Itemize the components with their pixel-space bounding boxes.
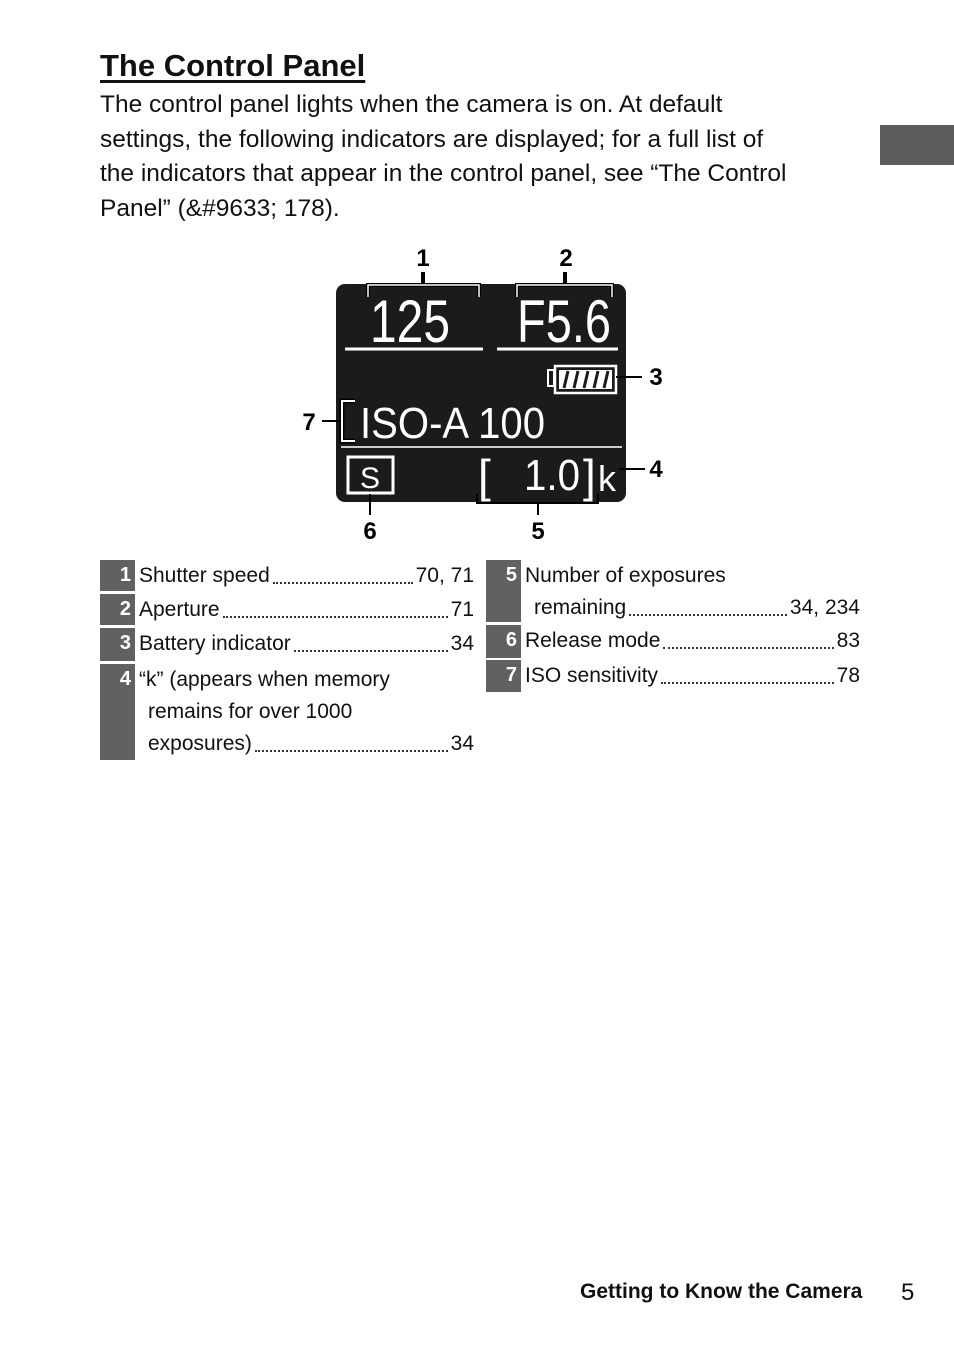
legend-page-ref[interactable]: 83 [837, 625, 860, 657]
section-tab [880, 125, 954, 165]
dot-leader [222, 594, 448, 626]
legend-page-ref[interactable]: 71 [451, 594, 474, 626]
iso-value: ISO-A 100 [360, 399, 545, 448]
footer-section-title: Getting to Know the Camera [580, 1280, 863, 1303]
callout-6: 6 [363, 518, 376, 545]
exposures-bracket-open: [ [478, 450, 491, 502]
control-panel-diagram: 125 F5.6 1 2 3 7 ISO-A 100 S 6 [ 1.0 ] k… [302, 245, 663, 545]
legend-item-1: 1 Shutter speed 70, 71 [100, 560, 474, 591]
dot-leader [293, 628, 448, 660]
k-indicator: k [598, 458, 617, 499]
callout-3: 3 [649, 364, 662, 391]
dot-leader [629, 592, 787, 624]
dot-leader [272, 560, 413, 592]
legend-page-ref[interactable]: 34, 234 [790, 592, 860, 624]
legend-page-ref[interactable]: 78 [837, 660, 860, 692]
legend-number: 6 [486, 625, 521, 658]
dot-leader [663, 625, 834, 657]
page-number: 5 [901, 1279, 915, 1306]
legend-label: Shutter speed [139, 564, 270, 587]
exposures-remaining-value: 1.0 [524, 451, 580, 500]
callout-5: 5 [531, 518, 544, 545]
legend-label: “k” (appears when memory [139, 668, 390, 691]
page-title: The Control Panel [100, 48, 366, 83]
legend-item-7: 7 ISO sensitivity 78 [486, 660, 860, 692]
exposures-bracket-close: ] [583, 450, 596, 502]
callout-4: 4 [649, 456, 663, 483]
legend-number: 1 [100, 560, 135, 591]
legend-number: 7 [486, 660, 521, 692]
body-text-line: settings, the following indicators are d… [100, 126, 764, 153]
legend-page-ref[interactable]: 70, 71 [416, 560, 474, 592]
callout-1: 1 [416, 245, 429, 272]
legend-item-4: 4 “k” (appears when memory remains for o… [100, 664, 474, 760]
callout-7: 7 [302, 409, 315, 436]
legend-item-3: 3 Battery indicator 34 [100, 628, 474, 661]
callout-2: 2 [559, 245, 572, 272]
legend-number: 2 [100, 594, 135, 625]
legend-label: remaining [534, 596, 627, 619]
legend-item-6: 6 Release mode 83 [486, 625, 860, 658]
legend-label: Battery indicator [139, 632, 291, 655]
legend-label: Aperture [139, 598, 220, 621]
legend-label: Release mode [525, 629, 661, 652]
release-mode-value: S [360, 462, 380, 495]
legend-item-5: 5 Number of exposures remaining 34, 234 [486, 560, 860, 622]
legend-label: exposures) [148, 732, 252, 755]
dot-leader [254, 728, 448, 760]
legend-label: ISO sensitivity [525, 664, 659, 687]
legend-item-2: 2 Aperture 71 [100, 594, 474, 625]
dot-leader [661, 660, 834, 692]
legend-page-ref[interactable]: 34 [451, 728, 474, 760]
body-text-line: Panel” (&#9633; 178). [100, 195, 340, 222]
shutter-speed-value: 125 [370, 288, 450, 355]
body-text-line: The control panel lights when the camera… [100, 91, 723, 118]
legend-label: Number of exposures [525, 564, 726, 587]
legend-label: remains for over 1000 [148, 700, 353, 723]
legend-number: 3 [100, 628, 135, 661]
aperture-value: F5.6 [517, 288, 611, 355]
legend-number: 4 [100, 664, 135, 760]
legend-number: 5 [486, 560, 521, 622]
legend-page-ref[interactable]: 34 [451, 628, 474, 660]
body-text-line: the indicators that appear in the contro… [100, 160, 787, 187]
